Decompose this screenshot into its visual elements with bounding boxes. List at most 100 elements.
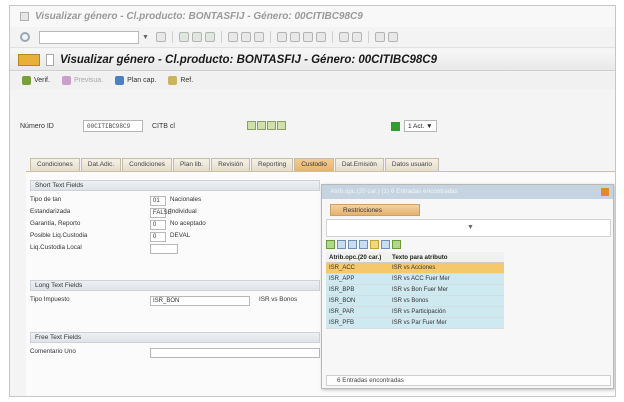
last-page-icon[interactable] — [315, 32, 326, 42]
posible-liq-desc: DEVAL — [170, 232, 191, 239]
row-text: ISR vs Participación — [388, 307, 504, 317]
dialog-toolbar — [326, 240, 401, 249]
tipo-impuesto-field[interactable]: ISR_BON — [150, 296, 250, 306]
table-header: Atrib.opc.(20 car.) Texto para atributo — [326, 252, 504, 263]
plan-button[interactable]: Plan cap. — [115, 76, 156, 85]
exit-icon[interactable] — [191, 32, 202, 42]
row-text: ISR vs Acciones — [388, 263, 504, 273]
prev-page-icon[interactable] — [289, 32, 300, 42]
first-page-icon[interactable] — [276, 32, 287, 42]
numero-field[interactable]: 00CITIBC98C9 — [83, 120, 143, 132]
verify-button[interactable]: Verif. — [22, 76, 50, 85]
tab-revision[interactable]: Revisión — [211, 158, 250, 171]
shortcut-icon[interactable] — [351, 32, 362, 42]
table-icon[interactable] — [277, 121, 286, 130]
status-value: 1 Act. — [408, 123, 425, 130]
free-text-header: Free Text Fields — [30, 332, 320, 343]
chevron-down-icon[interactable]: ▼ — [142, 34, 149, 41]
row-text: ISR vs Bon Fuer Mer — [388, 285, 504, 295]
row-text: ISR vs ACC Fuer Mer — [388, 274, 504, 284]
help-icon[interactable] — [374, 32, 385, 42]
comentario-field[interactable] — [150, 348, 320, 358]
cancel-icon[interactable] — [204, 32, 215, 42]
tab-reporting[interactable]: Reporting — [251, 158, 294, 171]
row-code: ISR_PFB — [326, 318, 388, 328]
back-icon[interactable] — [178, 32, 189, 42]
table-row[interactable]: ISR_BON ISR vs Bonos — [326, 296, 504, 307]
screen-title: Visualizar género - Cl.producto: BONTASF… — [60, 53, 438, 66]
close-icon[interactable] — [601, 188, 609, 196]
tab-condiciones-2[interactable]: Condiciones — [122, 158, 172, 171]
enter-icon[interactable] — [20, 32, 30, 42]
row-text: ISR vs Par Fuer Mer — [388, 318, 504, 328]
tab-datos-emision[interactable]: Dat.Emisión — [334, 158, 384, 171]
edit-icon[interactable] — [257, 121, 266, 130]
export-icon[interactable] — [392, 240, 401, 249]
status-select[interactable]: 1 Act. ▼ — [404, 120, 437, 132]
tipo-field[interactable]: 01 — [150, 196, 166, 206]
application-toolbar: Verif. Previsua. Plan cap. Ref. — [10, 72, 615, 89]
display-icon[interactable] — [247, 121, 256, 130]
window-title: Visualizar género - Cl.producto: BONTASF… — [35, 11, 363, 22]
estandarizada-field[interactable]: FALSE — [150, 208, 172, 218]
row-code: ISR_BON — [326, 296, 388, 306]
table-row[interactable]: ISR_PAR ISR vs Participación — [326, 307, 504, 318]
layout-icon[interactable] — [387, 32, 398, 42]
toolbar-separator — [220, 31, 222, 43]
garantia-desc: No aceptado — [170, 220, 206, 227]
restriction-panel[interactable]: ▼ — [326, 219, 611, 237]
reference-button[interactable]: Ref. — [168, 76, 193, 85]
posible-liq-field[interactable]: 0 — [150, 232, 166, 242]
plan-icon — [115, 76, 125, 85]
garantia-field[interactable]: 0 — [150, 220, 166, 230]
save-icon[interactable] — [155, 32, 166, 42]
dialog-title-bar: Atrib.opc.(20 car.) (1) 6 Entradas encon… — [322, 185, 613, 199]
tab-datos-adicionales[interactable]: Dat.Adic. — [80, 158, 122, 171]
row-code: ISR_PAR — [326, 307, 388, 317]
tipo-desc: Nacionales — [170, 196, 202, 203]
table-row[interactable]: ISR_APP ISR vs ACC Fuer Mer — [326, 274, 504, 285]
menu-dropdown[interactable] — [46, 53, 54, 66]
tab-restricciones[interactable]: Restricciones — [330, 204, 420, 216]
estandarizada-desc: Individual — [170, 208, 197, 215]
liq-local-field[interactable] — [150, 244, 178, 254]
accept-icon[interactable] — [326, 240, 335, 249]
plan-label: Plan cap. — [127, 77, 157, 84]
long-text-header: Long Text Fields — [30, 280, 320, 291]
sort-icon[interactable] — [359, 240, 368, 249]
tab-datos-usuario[interactable]: Datos usuario — [384, 158, 439, 171]
preview-label: Previsua. — [73, 77, 104, 84]
print-icon[interactable] — [227, 32, 238, 42]
table-row[interactable]: ISR_BPB ISR vs Bon Fuer Mer — [326, 285, 504, 296]
table-row[interactable]: ISR_ACC ISR vs Acciones — [326, 263, 504, 274]
tipo-impuesto-desc: ISR vs Bonos — [259, 296, 298, 303]
layout-icon[interactable] — [381, 240, 390, 249]
command-field[interactable] — [39, 30, 139, 44]
column-header-code[interactable]: Atrib.opc.(20 car.) — [326, 252, 388, 262]
reference-label: Ref. — [180, 77, 194, 84]
new-session-icon[interactable] — [338, 32, 349, 42]
app-icon — [20, 12, 29, 21]
find-next-icon[interactable] — [253, 32, 264, 42]
command-toolbar: ▼ — [10, 27, 615, 48]
find-icon[interactable] — [348, 240, 357, 249]
short-text-header: Short Text Fields — [30, 180, 320, 191]
tab-custodio[interactable]: Custodio — [294, 158, 334, 171]
tab-condiciones[interactable]: Condiciones — [30, 158, 80, 171]
filter-icon[interactable] — [370, 240, 379, 249]
cancel-icon[interactable] — [337, 240, 346, 249]
preview-button[interactable]: Previsua. — [61, 76, 104, 85]
garantia-label: Garantía, Reporto — [30, 220, 81, 227]
find-icon[interactable] — [240, 32, 251, 42]
dialog-status-bar: 6 Entradas encontradas — [326, 375, 611, 386]
next-page-icon[interactable] — [302, 32, 313, 42]
ctb-label: CITB cl — [152, 123, 175, 130]
transaction-icon — [18, 53, 40, 66]
tab-plan[interactable]: Plan lib. — [172, 158, 211, 171]
verify-label: Verif. — [34, 77, 50, 84]
expand-arrow-icon[interactable]: ▼ — [467, 224, 474, 231]
table-row[interactable]: ISR_PFB ISR vs Par Fuer Mer — [326, 318, 504, 329]
column-header-text[interactable]: Texto para atributo — [388, 252, 504, 262]
pencil-icon[interactable] — [267, 121, 276, 130]
row-text: ISR vs Bonos — [388, 296, 504, 306]
